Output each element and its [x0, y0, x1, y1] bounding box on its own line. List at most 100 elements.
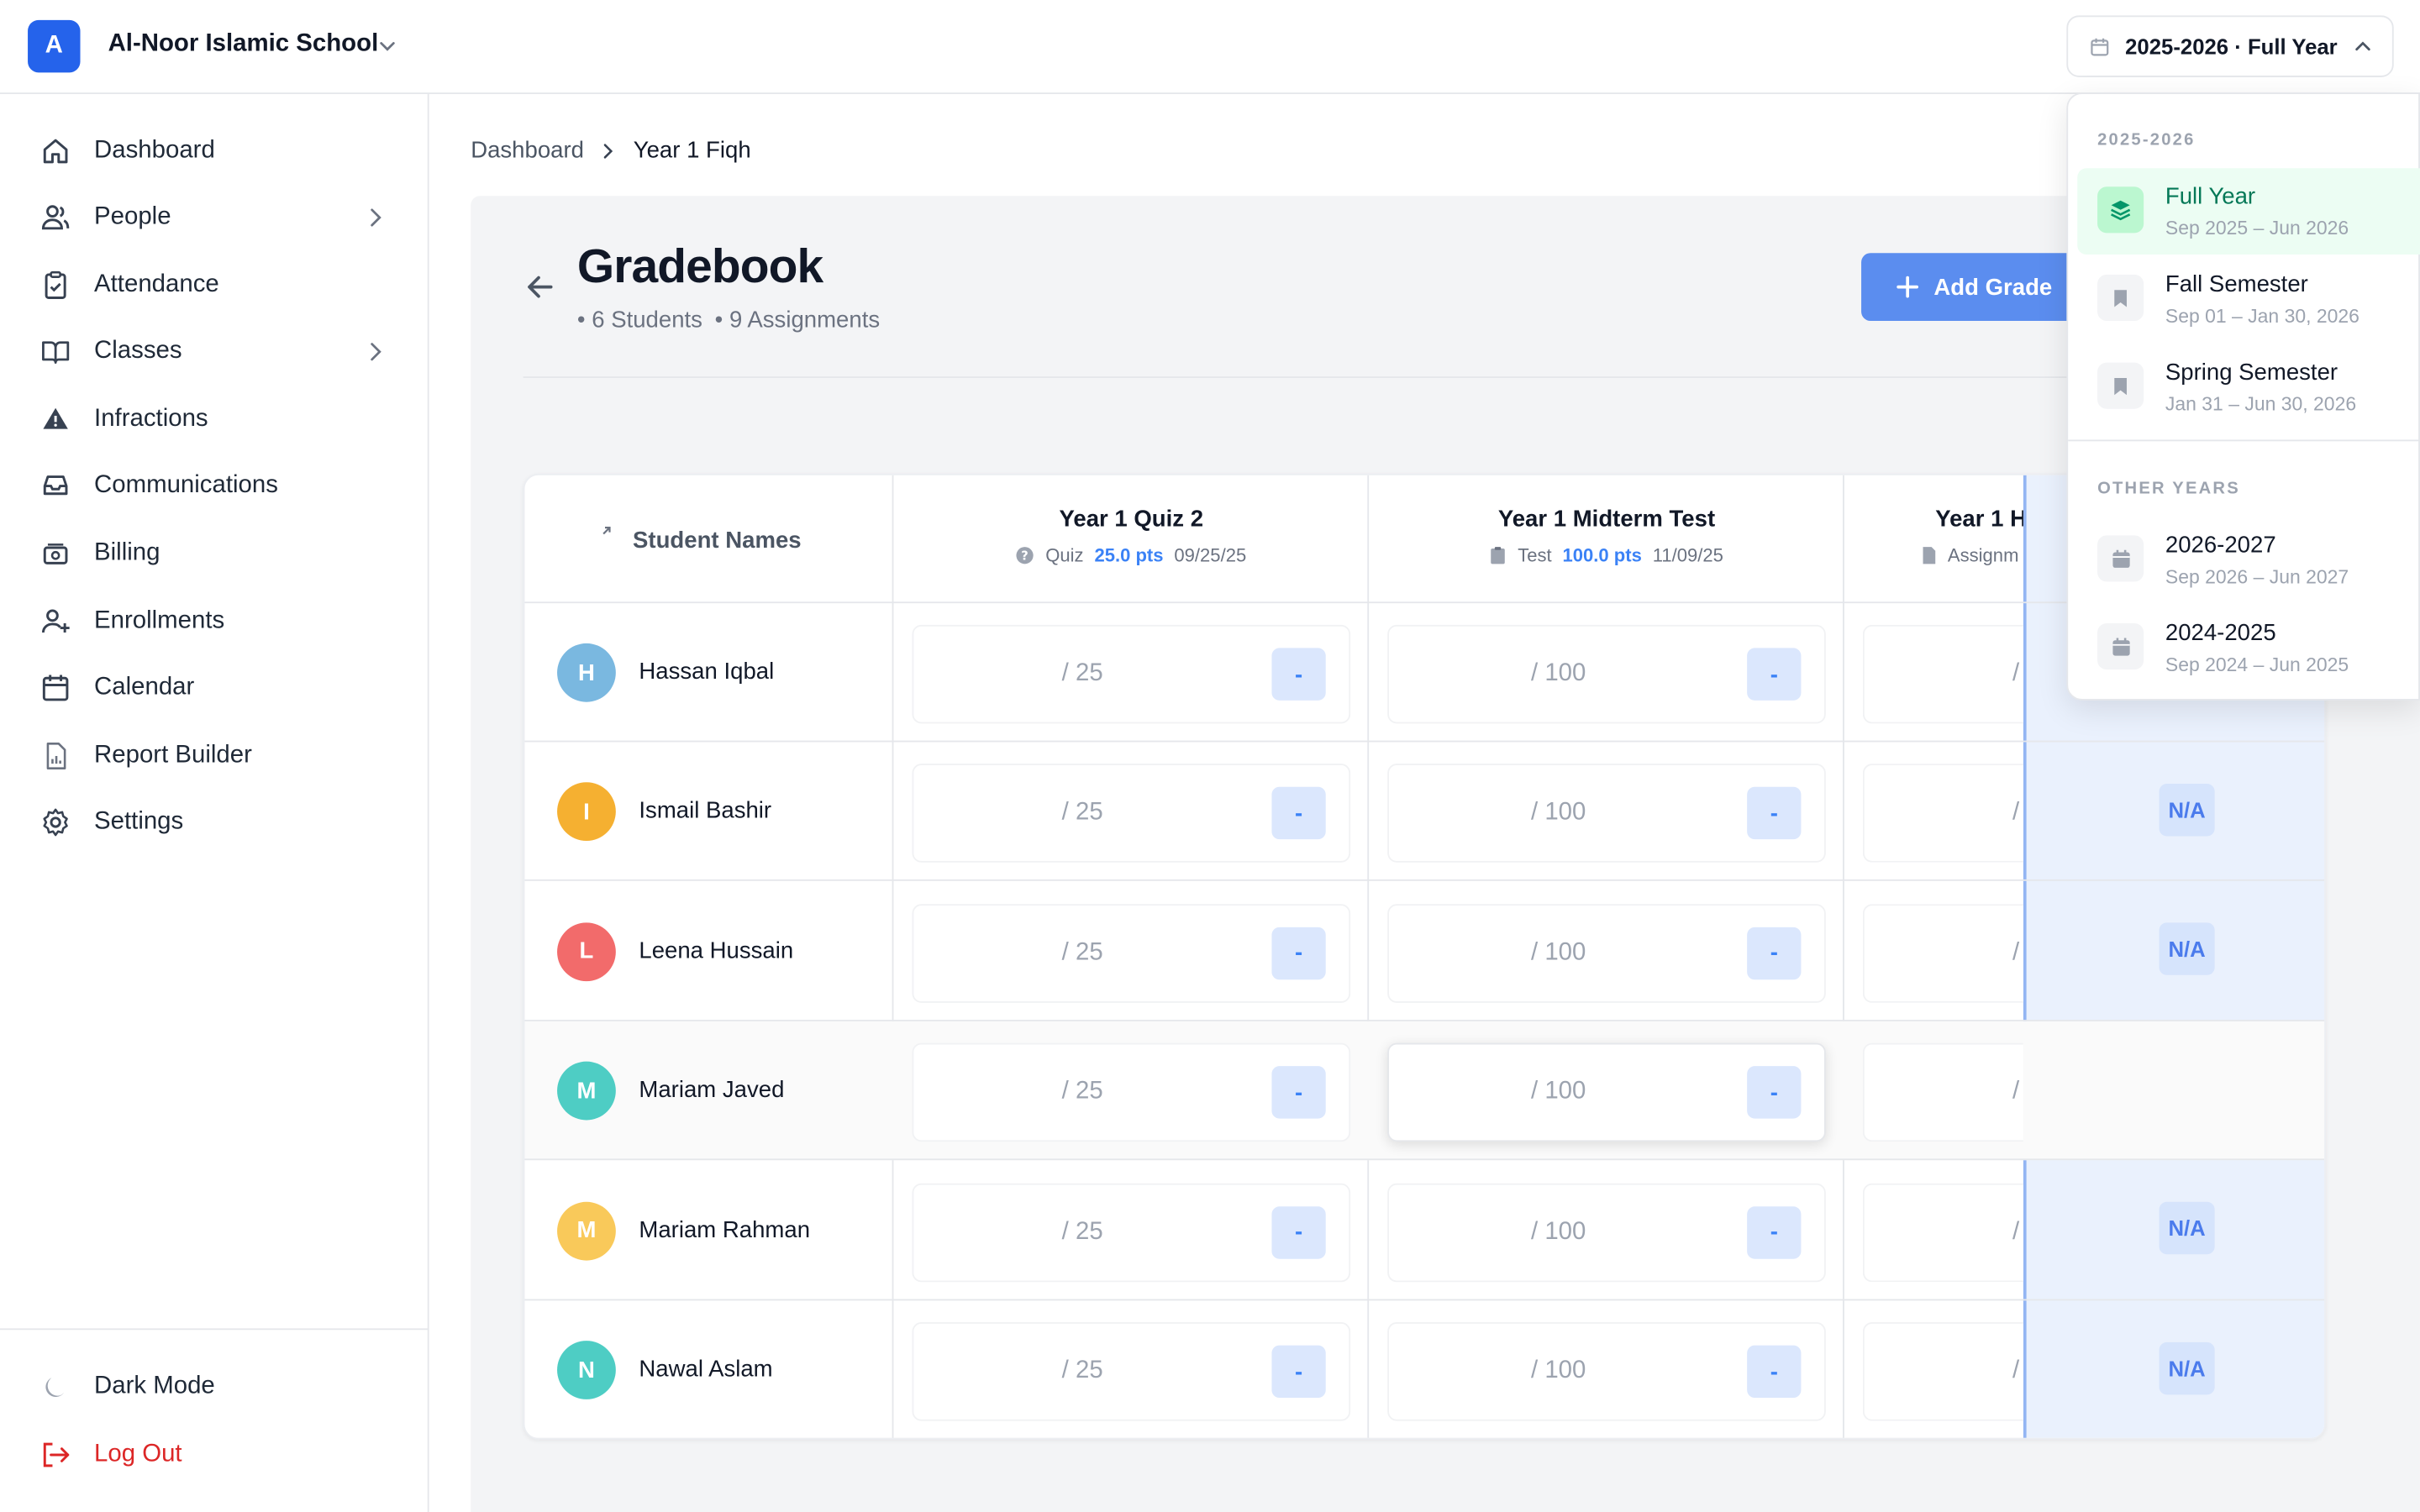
top-bar: A Al-Noor Islamic School 2025-2026 · Ful…: [0, 0, 2420, 95]
grade-entry-button[interactable]: -: [1271, 927, 1326, 979]
period-fall-semester[interactable]: Fall Semester Sep 01 – Jan 30, 2026: [2077, 256, 2420, 343]
plus-icon: [1897, 276, 1919, 298]
page-title: Gradebook: [576, 239, 823, 293]
grade-cell[interactable]: / 100 -: [1387, 903, 1826, 1003]
layers-icon: [2097, 186, 2144, 234]
sidebar-item-calendar[interactable]: Calendar: [37, 665, 392, 711]
grade-cell[interactable]: / 25 -: [912, 764, 1351, 864]
clipboard-check-icon: [37, 267, 74, 304]
table-header: Student Names Year 1 Quiz 2 ? Quiz 25.0 …: [524, 475, 2325, 604]
student-name[interactable]: Mariam Javed: [639, 1077, 784, 1103]
sidebar-item-label: Calendar: [94, 674, 195, 701]
period-name: 2024-2025: [2165, 620, 2276, 647]
dark-mode-toggle[interactable]: Dark Mode: [37, 1364, 392, 1410]
grade-entry-button[interactable]: -: [1747, 1205, 1802, 1259]
chevron-up-icon: [2354, 41, 2370, 51]
sidebar-item-label: Classes: [94, 338, 182, 365]
avatar: L: [557, 921, 616, 981]
sidebar-item-dashboard[interactable]: Dashboard: [37, 128, 392, 174]
breadcrumb-dashboard[interactable]: Dashboard: [471, 137, 584, 163]
grade-entry-button[interactable]: -: [1747, 927, 1802, 979]
period-full-year[interactable]: Full Year Sep 2025 – Jun 2026: [2077, 168, 2420, 255]
grade-cell[interactable]: /: [1862, 1042, 2023, 1142]
grade-max: / 25: [1061, 1218, 1103, 1245]
grade-cell[interactable]: / 100 -: [1387, 1183, 1826, 1282]
sidebar-item-label: Enrollments: [94, 607, 225, 634]
grade-entry-button[interactable]: -: [1271, 1066, 1326, 1119]
year-selector-label: 2025-2026 · Full Year: [2125, 34, 2338, 59]
grade-cell[interactable]: / 25 -: [912, 624, 1351, 724]
year-selector-button[interactable]: 2025-2026 · Full Year: [2066, 15, 2394, 77]
report-icon: [37, 738, 74, 774]
sidebar-item-report-builder[interactable]: Report Builder: [37, 732, 392, 779]
grade-max: / 25: [1061, 1357, 1103, 1384]
period-spring-semester[interactable]: Spring Semester Jan 31 – Jun 30, 2026: [2077, 344, 2420, 431]
grade-cell[interactable]: /: [1862, 1322, 2023, 1421]
back-arrow-icon[interactable]: [523, 270, 557, 303]
grade-entry-button[interactable]: -: [1747, 648, 1802, 701]
logout-label: Log Out: [94, 1441, 182, 1467]
year-2024-2025[interactable]: 2024-2025 Sep 2024 – Jun 2025: [2077, 605, 2420, 691]
grade-cell[interactable]: / 25 -: [912, 1042, 1351, 1142]
grade-entry-button[interactable]: -: [1271, 1205, 1326, 1259]
logout-button[interactable]: Log Out: [37, 1431, 392, 1478]
grade-max: / 25: [1061, 660, 1103, 687]
column-header[interactable]: Year 1 Quiz 2 ? Quiz 25.0 pts 09/25/25: [893, 475, 1369, 603]
bookmark-icon: [2097, 274, 2144, 322]
student-name[interactable]: Nawal Aslam: [639, 1356, 772, 1382]
grade-entry-button[interactable]: -: [1747, 787, 1802, 840]
sort-student-names[interactable]: Student Names: [599, 526, 802, 554]
grade-max: / 100: [1531, 800, 1586, 827]
grade-cell[interactable]: / 25 -: [912, 1183, 1351, 1282]
sidebar-item-enrollments[interactable]: Enrollments: [37, 599, 392, 645]
grade-cell[interactable]: / 100 -: [1387, 764, 1826, 864]
sidebar-item-attendance[interactable]: Attendance: [37, 262, 392, 308]
school-logo[interactable]: A: [28, 19, 81, 73]
grade-entry-button[interactable]: -: [1271, 648, 1326, 701]
table-row: H Hassan Iqbal / 25 - / 100 - /: [524, 603, 2325, 743]
grade-cell[interactable]: / 100 -: [1387, 624, 1826, 724]
grade-entry-button[interactable]: -: [1747, 1066, 1802, 1119]
sidebar: Dashboard People Attendance Classes Infr…: [0, 94, 429, 1512]
student-name[interactable]: Leena Hussain: [639, 937, 793, 963]
grade-max: /: [2012, 660, 2020, 687]
period-name: Full Year: [2165, 183, 2256, 210]
grade-cell[interactable]: / 25 -: [912, 1322, 1351, 1421]
grade-cell[interactable]: /: [1862, 903, 2023, 1003]
sidebar-item-billing[interactable]: Billing: [37, 531, 392, 577]
sidebar-item-label: Infractions: [94, 406, 208, 433]
grade-cell[interactable]: /: [1862, 1183, 2023, 1282]
period-range: Sep 01 – Jan 30, 2026: [2165, 305, 2360, 328]
sidebar-item-settings[interactable]: Settings: [37, 799, 392, 845]
sidebar-item-people[interactable]: People: [37, 194, 392, 240]
chevron-down-icon[interactable]: [376, 35, 398, 57]
student-name[interactable]: Mariam Rahman: [639, 1216, 810, 1242]
student-name[interactable]: Hassan Iqbal: [639, 659, 774, 685]
gradebook-table: N/A N/A N/A N/A N/A Student Names Year 1…: [523, 473, 2326, 1440]
add-grade-button[interactable]: Add Grade: [1861, 253, 2093, 322]
column-header[interactable]: Year 1 H Assignm: [1844, 475, 2023, 603]
dark-mode-label: Dark Mode: [94, 1373, 215, 1399]
grade-cell[interactable]: / 100 -: [1387, 1042, 1826, 1142]
school-name[interactable]: Al-Noor Islamic School: [108, 31, 379, 59]
grade-cell[interactable]: / 100 -: [1387, 1322, 1826, 1421]
column-header[interactable]: Year 1 Midterm Test Test 100.0 pts 11/09…: [1369, 475, 1844, 603]
grade-cell[interactable]: /: [1862, 624, 2023, 724]
calendar-icon: [2097, 623, 2144, 670]
sidebar-item-label: Billing: [94, 539, 160, 567]
sidebar-item-communications[interactable]: Communications: [37, 463, 392, 509]
dropdown-divider: [2068, 439, 2420, 442]
period-name: 2026-2027: [2165, 532, 2276, 559]
sidebar-item-classes[interactable]: Classes: [37, 328, 392, 375]
column-date: 09/25/25: [1174, 544, 1247, 567]
grade-entry-button[interactable]: -: [1747, 1345, 1802, 1399]
grade-entry-button[interactable]: -: [1271, 787, 1326, 840]
sidebar-item-infractions[interactable]: Infractions: [37, 396, 392, 443]
book-open-icon: [37, 333, 74, 370]
year-2026-2027[interactable]: 2026-2027 Sep 2026 – Jun 2027: [2077, 517, 2420, 603]
grade-cell[interactable]: /: [1862, 764, 2023, 864]
column-points: 100.0 pts: [1562, 544, 1642, 567]
grade-entry-button[interactable]: -: [1271, 1345, 1326, 1399]
grade-cell[interactable]: / 25 -: [912, 903, 1351, 1003]
student-name[interactable]: Ismail Bashir: [639, 798, 771, 824]
